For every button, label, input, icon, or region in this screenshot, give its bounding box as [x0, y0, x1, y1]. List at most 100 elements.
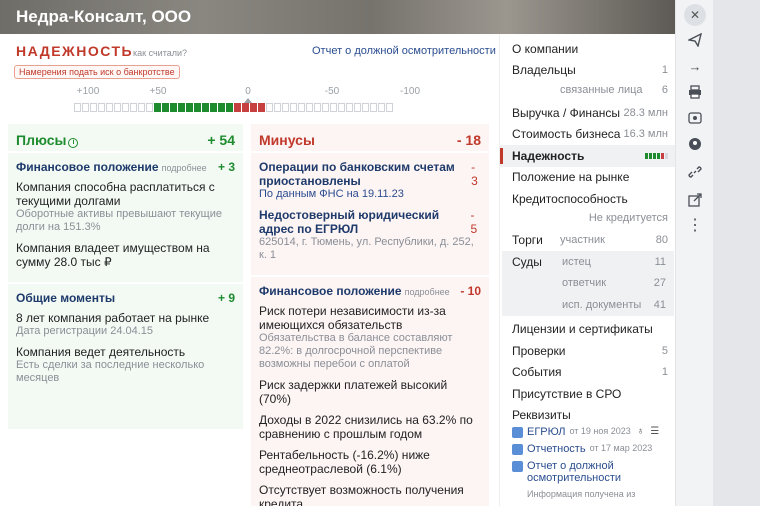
- nav-item-sro[interactable]: Присутствие в СРО: [500, 383, 675, 405]
- scale-cell: [106, 103, 113, 112]
- nav-value: 27: [653, 277, 666, 290]
- export-icon[interactable]: [685, 190, 705, 210]
- company-header: Недра-Консалт, ООО: [0, 0, 675, 34]
- scale-cell: [386, 103, 393, 112]
- close-icon[interactable]: ✕: [684, 4, 706, 26]
- nav-sub-label: участник: [560, 234, 605, 247]
- nav-item-courts-enforcement[interactable]: исп. документы 41: [502, 294, 674, 316]
- section-score: + 9: [217, 291, 235, 305]
- plus-section-general: Общие моменты + 9 8 лет компания работае…: [8, 282, 243, 398]
- nav-item-cost[interactable]: Стоимость бизнеса 16.3 млн: [500, 124, 675, 146]
- send-icon[interactable]: [685, 30, 705, 50]
- nav-label: связанные лица: [560, 83, 643, 96]
- minuses-column: Минусы - 18 Операции по банковским счета…: [251, 124, 489, 506]
- company-nav-panel: О компании Владельцы 1 связанные лица 6 Вы…: [499, 34, 675, 506]
- item-text: Риск потери независимости из-за имеющихс…: [259, 304, 446, 332]
- doc-diligence[interactable]: Отчет о должной осмотрительности: [512, 460, 672, 484]
- item-subtext: Обязательства в балансе составляют 82.2%…: [259, 332, 453, 370]
- scale-label: -100: [399, 86, 421, 97]
- nav-label: О компании: [512, 41, 579, 56]
- nav-group-courts[interactable]: Суды истец 11 ответчик 27 исп. документы 41: [502, 251, 674, 316]
- scale-cell: [330, 103, 337, 112]
- nav-label: Торги: [512, 233, 543, 248]
- scale-cell: [178, 103, 185, 112]
- nav-item-requisites[interactable]: Реквизиты: [500, 405, 675, 427]
- scale-cell: [306, 103, 313, 112]
- nav-item-checks[interactable]: Проверки 5: [500, 340, 675, 362]
- more-link[interactable]: подробнее: [405, 287, 450, 297]
- nav-item-credit[interactable]: Кредитоспособность: [500, 188, 675, 210]
- list-item: Рентабельность (-16.2%) ниже среднеотрас…: [259, 448, 481, 476]
- nav-label: Проверки: [512, 343, 566, 358]
- scale-cell: [242, 103, 249, 112]
- scale-cell: [298, 103, 305, 112]
- item-text: Риск задержки платежей высокий (70%): [259, 378, 448, 406]
- more-icon[interactable]: ⋮: [685, 216, 705, 236]
- nav-label: Выручка / Финансы: [512, 105, 620, 120]
- nav-item-events[interactable]: События 1: [500, 362, 675, 384]
- award-icon[interactable]: ♁: [637, 426, 645, 437]
- doc-egrul[interactable]: ЕГРЮЛ от 19 ноя 2023 ♁ ☰: [512, 426, 672, 438]
- scale-cell: [90, 103, 97, 112]
- list-icon[interactable]: ☰: [650, 426, 659, 437]
- nav-item-market[interactable]: Положение на рынке: [500, 167, 675, 189]
- scale-cell: [170, 103, 177, 112]
- more-link[interactable]: подробнее: [162, 163, 207, 173]
- eye-icon[interactable]: [685, 108, 705, 128]
- nav-item-licenses[interactable]: Лицензии и сертификаты: [500, 319, 675, 341]
- scale-cell: [322, 103, 329, 112]
- print-icon[interactable]: [685, 82, 705, 102]
- nav-sub-label: исп. документы: [562, 298, 642, 311]
- list-item: Доходы в 2022 снизились на 63.2% по срав…: [259, 413, 481, 441]
- scale-cell: [138, 103, 145, 112]
- scale-cell: [226, 103, 233, 112]
- nav-label: События: [512, 365, 562, 380]
- company-nav: О компании Владельцы 1 связанные лица 6 Вы…: [500, 34, 675, 426]
- list-item[interactable]: Недостоверный юридический адрес по ЕГРЮЛ…: [259, 208, 481, 262]
- scale-cell: [290, 103, 297, 112]
- section-header[interactable]: Финансовое положение подробнее - 10: [259, 284, 481, 298]
- scale-cell: [162, 103, 169, 112]
- diligence-report-link[interactable]: Отчет о должной осмотрительности: [312, 45, 496, 57]
- background-area: [713, 0, 760, 506]
- nav-item-related[interactable]: связанные лица 6: [500, 81, 675, 98]
- nav-value: 80: [655, 234, 668, 247]
- section-header[interactable]: Финансовое положение подробнее + 3: [16, 160, 235, 174]
- nav-item-reliability[interactable]: Надежность: [500, 145, 675, 167]
- nav-value: Не кредитуется: [588, 212, 668, 224]
- info-icon[interactable]: i: [68, 138, 79, 148]
- list-item: Риск потери независимости из-за имеющихс…: [259, 304, 481, 371]
- doc-label: ЕГРЮЛ: [527, 426, 566, 438]
- nav-item-courts-defendant[interactable]: ответчик 27: [502, 273, 674, 295]
- how-calculated-link[interactable]: как считали?: [133, 48, 187, 58]
- scale-cell: [338, 103, 345, 112]
- list-item[interactable]: Операции по банковским счетам приостанов…: [259, 160, 481, 201]
- nav-label: Кредитоспособность: [512, 191, 628, 206]
- company-name: Недра-Консалт, ООО: [16, 7, 192, 26]
- nav-label: Суды: [512, 254, 542, 269]
- action-rail: ✕ → ⋮: [675, 0, 713, 506]
- nav-value: 1: [661, 366, 668, 379]
- list-item: 8 лет компания работает на рынке Дата ре…: [16, 311, 235, 338]
- item-text: 8 лет компания работает на рынке: [16, 311, 210, 325]
- nav-item-owners[interactable]: Владельцы 1: [500, 60, 675, 82]
- item-text: Компания способна расплатиться с текущим…: [16, 180, 215, 208]
- item-subtext[interactable]: По данным ФНС на 19.11.23: [259, 188, 481, 201]
- scale-cell: [130, 103, 137, 112]
- bookmark-icon[interactable]: [685, 134, 705, 154]
- doc-reports[interactable]: Отчетность от 17 мар 2023: [512, 443, 672, 455]
- arrow-right-icon[interactable]: →: [685, 56, 705, 76]
- section-score: - 10: [460, 284, 481, 298]
- item-title: Недостоверный юридический адрес по ЕГРЮЛ: [259, 208, 440, 236]
- nav-item-revenue[interactable]: Выручка / Финансы 28.3 млн: [500, 102, 675, 124]
- nav-label: Стоимость бизнеса: [512, 127, 621, 142]
- nav-item-tenders[interactable]: Торги участник 80: [500, 230, 675, 252]
- list-item: Риск задержки платежей высокий (70%): [259, 378, 481, 406]
- link-icon[interactable]: [685, 162, 705, 182]
- bankruptcy-badge[interactable]: Намерения подать иск о банкротстве: [14, 65, 180, 79]
- nav-item-about[interactable]: О компании: [500, 38, 675, 60]
- scale-cell: [282, 103, 289, 112]
- scale-cell: [194, 103, 201, 112]
- nav-item-courts[interactable]: Суды истец 11: [502, 251, 674, 273]
- list-item: Компания ведет деятельность Есть сделки …: [16, 345, 235, 385]
